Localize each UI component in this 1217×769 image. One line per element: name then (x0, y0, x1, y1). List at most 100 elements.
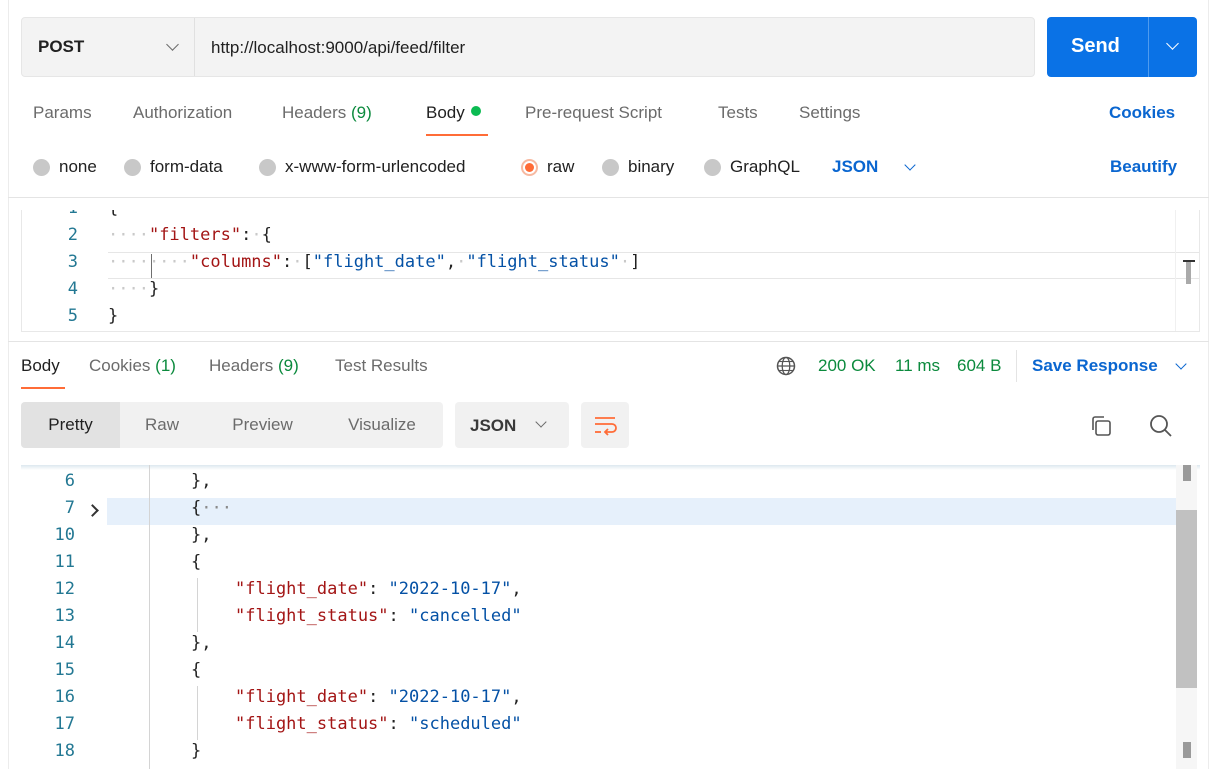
code-text: }, (191, 471, 212, 491)
json-key: "columns" (189, 252, 283, 272)
tab-label: Authorization (133, 103, 233, 122)
wrap-lines-button[interactable] (581, 402, 629, 448)
tab-pre-request-script[interactable]: Pre-request Script (525, 103, 662, 123)
code-text: }, (191, 633, 212, 653)
line-number: 12 (54, 579, 75, 599)
chevron-down-icon[interactable] (1166, 37, 1179, 50)
code-line: 3 ········"columns":·["flight_date",·"fl… (22, 252, 1182, 279)
code-text: "flight_status": "scheduled" (235, 714, 522, 734)
cookies-link[interactable]: Cookies (1109, 103, 1175, 123)
divider (8, 341, 1209, 342)
active-tab-underline (21, 387, 65, 389)
editor-scrollbar-track[interactable] (1175, 210, 1176, 331)
radio-raw[interactable]: raw (521, 157, 574, 177)
view-pretty[interactable]: Pretty (21, 402, 120, 448)
line-number: 2 (67, 225, 78, 245)
tab-authorization[interactable]: Authorization (133, 103, 232, 123)
line-number: 6 (64, 471, 75, 491)
request-body-editor[interactable]: 1 { 2 ····"filters":·{ 3 ········"column… (21, 210, 1200, 332)
radio-dot (259, 158, 276, 176)
radio-dot (33, 158, 50, 176)
chevron-down-icon (535, 416, 547, 428)
response-time[interactable]: 11 ms (895, 356, 940, 376)
tab-label: Test Results (335, 356, 428, 375)
method-select[interactable]: POST (22, 18, 195, 76)
tab-headers[interactable]: Headers (9) (282, 103, 372, 123)
tab-label: Headers (209, 356, 274, 375)
send-button[interactable]: Send (1047, 17, 1197, 77)
beautify-link[interactable]: Beautify (1110, 157, 1177, 177)
view-visualize[interactable]: Visualize (321, 402, 443, 448)
line-number: 14 (54, 633, 75, 653)
radio-dot (602, 158, 619, 176)
response-format-select[interactable]: JSON (455, 402, 569, 448)
body-language-select[interactable]: JSON (832, 157, 916, 177)
code-text: "flight_date": "2022-10-17", (235, 687, 522, 707)
tab-tests[interactable]: Tests (718, 103, 758, 123)
code-line: 7 {··· (21, 498, 1176, 525)
radio-form-data[interactable]: form-data (124, 157, 223, 177)
code-text: ····} (108, 279, 160, 299)
response-tab-body[interactable]: Body (21, 356, 60, 376)
json-key: "flight_status" (235, 714, 389, 734)
line-number: 1 (22, 210, 78, 218)
radio-label: x-www-form-urlencoded (285, 157, 466, 176)
line-number: 11 (54, 552, 75, 572)
view-mode-selector: Pretty Raw Preview Visualize (21, 402, 443, 448)
code-line: 15 { (21, 660, 1176, 687)
line-number: 7 (64, 498, 75, 518)
language-label: JSON (832, 157, 879, 176)
json-key: "flight_date" (235, 687, 369, 707)
tab-label: Cookies (89, 356, 151, 375)
code-line: 16 "flight_date": "2022-10-17", (21, 687, 1176, 714)
tab-params[interactable]: Params (33, 103, 92, 123)
response-body-viewer[interactable]: } 6 }, 7 {··· 10 }, 11 { 12 "flight_date… (21, 465, 1200, 769)
tab-body[interactable]: Body (426, 103, 481, 123)
view-raw[interactable]: Raw (120, 402, 204, 448)
radio-label: binary (628, 157, 675, 176)
json-string: "flight_date" (312, 252, 446, 272)
line-number: 3 (67, 252, 78, 272)
response-size[interactable]: 604 B (957, 356, 1001, 376)
radio-none[interactable]: none (33, 157, 97, 177)
chevron-right-icon[interactable] (86, 504, 99, 517)
radio-binary[interactable]: binary (602, 157, 674, 177)
status-code[interactable]: 200 OK (818, 356, 876, 376)
method-label: POST (38, 37, 85, 56)
line-number: 17 (54, 714, 75, 734)
search-icon[interactable] (1148, 413, 1174, 439)
line-number: 4 (67, 279, 78, 299)
send-divider (1148, 17, 1149, 77)
cookies-count: (1) (155, 356, 176, 375)
save-response-button[interactable]: Save Response (1032, 356, 1187, 376)
radio-graphql[interactable]: GraphQL (704, 157, 800, 177)
url-input[interactable]: http://localhost:9000/api/feed/filter (211, 38, 465, 58)
chevron-down-icon (166, 38, 179, 51)
code-text: { (108, 210, 118, 218)
code-text: ········"columns":·["flight_date",·"flig… (108, 252, 641, 272)
line-number: 16 (54, 687, 75, 707)
tab-settings[interactable]: Settings (799, 103, 860, 123)
radio-x-www-form-urlencoded[interactable]: x-www-form-urlencoded (259, 157, 465, 177)
json-string: "scheduled" (409, 714, 522, 734)
response-tab-headers[interactable]: Headers (9) (209, 356, 299, 376)
request-bar: POST http://localhost:9000/api/feed/filt… (21, 17, 1035, 77)
code-line: 12 "flight_date": "2022-10-17", (21, 579, 1176, 606)
response-tab-cookies[interactable]: Cookies (1) (89, 356, 176, 376)
code-text: ····"filters":·{ (108, 225, 272, 245)
radio-label: form-data (150, 157, 223, 176)
response-scrollbar-thumb[interactable] (1176, 510, 1197, 688)
code-line: 11 { (21, 552, 1176, 579)
code-line: 18 } (21, 741, 1176, 768)
view-preview[interactable]: Preview (204, 402, 321, 448)
globe-icon[interactable] (776, 356, 796, 376)
editor-scroll-marker (1183, 260, 1195, 284)
divider (1016, 350, 1017, 382)
copy-icon[interactable] (1089, 414, 1113, 438)
json-string: "cancelled" (409, 606, 522, 626)
code-text: { (191, 552, 202, 572)
response-tab-test-results[interactable]: Test Results (335, 356, 428, 376)
code-text: "flight_status": "cancelled" (235, 606, 522, 626)
json-key: "flight_status" (235, 606, 389, 626)
code-line: 17 "flight_status": "scheduled" (21, 714, 1176, 741)
